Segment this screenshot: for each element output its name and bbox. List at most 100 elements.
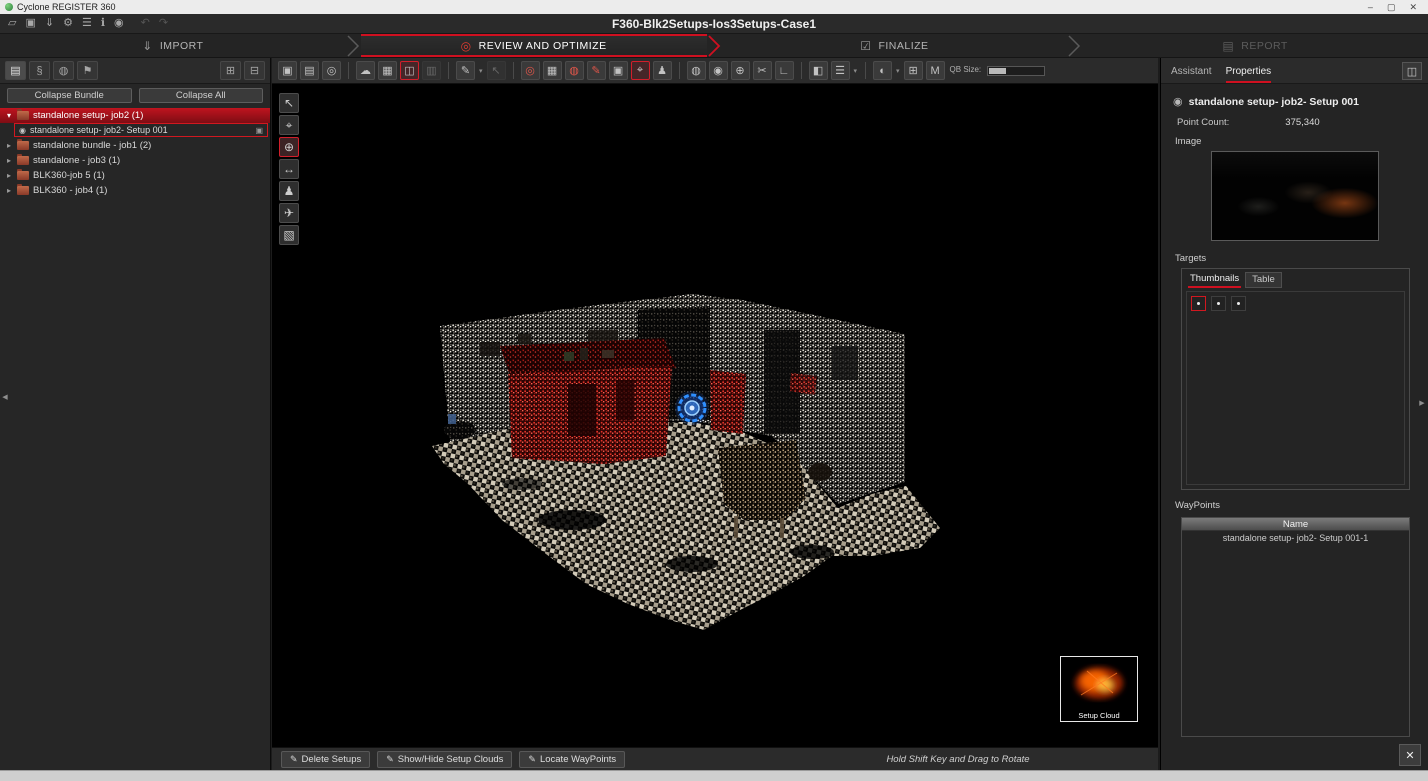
visual-align-icon[interactable]: ◐ [873, 61, 892, 80]
target-edit-icon[interactable]: ✎ [587, 61, 606, 80]
tab-table[interactable]: Table [1245, 272, 1282, 288]
settings-icon[interactable]: ⚙ [63, 18, 73, 29]
project-tree-panel: ▤ § ◍ ⚑ ⊞ ⊟ Collapse Bundle Collapse All… [0, 58, 271, 770]
target-circle-icon[interactable]: ◎ [521, 61, 540, 80]
pick-measure-icon[interactable]: ↖ [487, 61, 506, 80]
quad-view-icon[interactable]: ▥ [422, 61, 441, 80]
split-view-icon[interactable]: ◫ [400, 61, 419, 80]
setup-cloud-minimap[interactable]: Setup Cloud [1060, 656, 1138, 722]
chevron-down-icon[interactable]: ▾ [896, 67, 900, 75]
locate-waypoints-button[interactable]: ✎ Locate WayPoints [519, 751, 625, 768]
expander-icon[interactable]: ▸ [5, 141, 13, 150]
expander-icon[interactable]: ▸ [5, 156, 13, 165]
tree-bundle-job3[interactable]: ▸ standalone - job3 (1) [0, 153, 270, 168]
person-view-tool-icon[interactable]: ♟ [279, 181, 299, 201]
minimize-button[interactable]: – [1368, 2, 1373, 13]
model-align-icon[interactable]: M [926, 61, 945, 80]
bundle-view-icon[interactable]: ◧ [809, 61, 828, 80]
save-icon[interactable]: ▣ [25, 18, 35, 29]
info-icon[interactable]: ℹ [101, 18, 105, 29]
workflow-step-import[interactable]: ⇓ IMPORT [0, 34, 346, 57]
point-cloud-render[interactable] [272, 84, 1158, 747]
bundle-folder-icon [17, 171, 29, 180]
bottom-strip [0, 770, 1428, 781]
pick-tool-icon[interactable]: ⌖ [279, 115, 299, 135]
expander-icon[interactable]: ▸ [5, 171, 13, 180]
target-bw-icon[interactable]: ◍ [565, 61, 584, 80]
workflow-step-report[interactable]: ▤ REPORT [1082, 34, 1428, 57]
workflow-step-review-and-optimize[interactable]: ◎ REVIEW AND OPTIMIZE [361, 34, 707, 57]
collapse-all-icon[interactable]: ⊟ [244, 61, 265, 80]
zoom-region-icon[interactable]: ◎ [322, 61, 341, 80]
chevron-down-icon[interactable]: ▾ [479, 67, 483, 75]
tab-properties[interactable]: Properties [1226, 66, 1272, 83]
tree-bundle-job1-label: standalone bundle - job1 (2) [33, 140, 151, 151]
globe-icon[interactable]: ◍ [687, 61, 706, 80]
gray-view-icon[interactable]: ▦ [378, 61, 397, 80]
web-tab[interactable]: ◍ [53, 61, 74, 80]
cloud-view-icon[interactable]: ☁ [356, 61, 375, 80]
measure-tool-icon[interactable]: ↔ [279, 159, 299, 179]
collapse-right-panel-handle[interactable]: ▶ [1417, 390, 1427, 416]
collapse-all-button[interactable]: Collapse All [139, 88, 264, 103]
waypoint-icon[interactable]: ⌖ [631, 61, 650, 80]
measure-icon[interactable]: ✎ [456, 61, 475, 80]
help-icon[interactable]: ◉ [114, 18, 124, 29]
target-thumbnail[interactable] [1191, 296, 1206, 311]
tags-tab[interactable]: ⚑ [77, 61, 98, 80]
tree-bundle-blk360-job5-label: BLK360-job 5 (1) [33, 170, 105, 181]
review-step-icon: ◎ [461, 39, 472, 53]
point-size-slider[interactable] [987, 66, 1045, 76]
cube-view-tool-icon[interactable]: ▧ [279, 225, 299, 245]
pano-icon[interactable]: ◉ [709, 61, 728, 80]
tab-thumbnails[interactable]: Thumbnails [1188, 273, 1241, 288]
tree-setup-001[interactable]: ◉ standalone setup- job2- Setup 001 ▣ [14, 123, 268, 137]
maximize-button[interactable]: ▢ [1387, 2, 1396, 13]
target-checker-icon[interactable]: ▦ [543, 61, 562, 80]
panel-layout-icon[interactable]: ◫ [1402, 62, 1422, 80]
camera-icon[interactable]: ▣ [609, 61, 628, 80]
tree-bundle-job1[interactable]: ▸ standalone bundle - job1 (2) [0, 138, 270, 153]
import-icon[interactable]: ⇓ [45, 18, 54, 29]
redo-icon[interactable]: ↷ [159, 18, 168, 29]
tree-bundle-job2[interactable]: ▾ standalone setup- job2 (1) [0, 108, 270, 123]
tree-bundle-blk360-job5[interactable]: ▸ BLK360-job 5 (1) [0, 168, 270, 183]
expander-icon[interactable]: ▸ [5, 186, 13, 195]
point-count-row: Point Count: 375,340 [1177, 117, 1416, 128]
expand-all-icon[interactable]: ⊞ [220, 61, 241, 80]
setup-image-thumbnail[interactable] [1211, 151, 1379, 241]
attachments-tab[interactable]: § [29, 61, 50, 80]
close-panel-button[interactable]: ✕ [1399, 744, 1421, 766]
list-icon[interactable]: ☰ [82, 18, 92, 29]
target-thumbnail[interactable] [1231, 296, 1246, 311]
chevron-down-icon[interactable]: ▾ [854, 67, 858, 75]
setup-title: standalone setup- job2- Setup 001 [1189, 96, 1359, 108]
list-view-icon[interactable]: ☰ [831, 61, 850, 80]
cyclone-register-window: Cyclone REGISTER 360 – ▢ ✕ ▱ ▣ ⇓ ⚙ ☰ ℹ ◉… [0, 0, 1428, 781]
close-window-button[interactable]: ✕ [1409, 2, 1417, 13]
fly-tool-icon[interactable]: ✈ [279, 203, 299, 223]
level-icon[interactable]: ∟ [775, 61, 794, 80]
expand-view-icon[interactable]: ⊕ [731, 61, 750, 80]
cloud-align-icon[interactable]: ⊞ [904, 61, 923, 80]
open-folder-icon[interactable]: ▱ [8, 18, 16, 29]
tab-assistant[interactable]: Assistant [1171, 66, 1212, 83]
tree-bundle-blk360-job4[interactable]: ▸ BLK360 - job4 (1) [0, 183, 270, 198]
collapse-left-panel-handle[interactable]: ◀ [0, 384, 10, 410]
waypoint-list-item[interactable]: standalone setup- job2- Setup 001-1 [1182, 531, 1409, 545]
undo-icon[interactable]: ↶ [141, 18, 150, 29]
workflow-step-finalize[interactable]: ☑ FINALIZE [722, 34, 1068, 57]
fence-select-icon[interactable]: ▤ [300, 61, 319, 80]
show-hide-setup-clouds-button[interactable]: ✎ Show/Hide Setup Clouds [377, 751, 512, 768]
expander-icon[interactable]: ▾ [5, 111, 13, 120]
project-tree-tab[interactable]: ▤ [5, 61, 26, 80]
orbit-tool-icon[interactable]: ⊕ [279, 137, 299, 157]
target-thumbnail[interactable] [1211, 296, 1226, 311]
link-user-icon[interactable]: ♟ [653, 61, 672, 80]
pointer-tool-icon[interactable]: ↖ [279, 93, 299, 113]
delete-setups-button[interactable]: ✎ Delete Setups [281, 751, 370, 768]
viewport-canvas[interactable]: ↖ ⌖ ⊕ ↔ ♟ ✈ ▧ [272, 84, 1158, 747]
copy-setup-icon[interactable]: ▣ [278, 61, 297, 80]
cleanup-icon[interactable]: ✂ [753, 61, 772, 80]
collapse-bundle-button[interactable]: Collapse Bundle [7, 88, 132, 103]
